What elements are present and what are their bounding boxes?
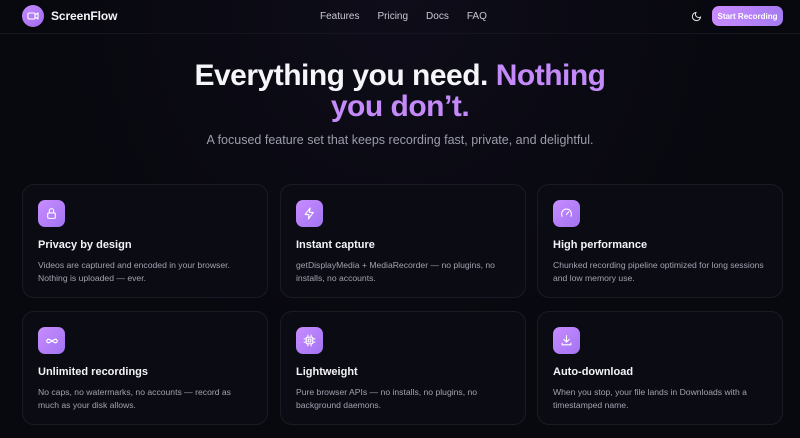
- infinity-icon: [38, 327, 65, 354]
- video-camera-icon: [22, 5, 44, 27]
- hero-title-accent-2: you don’t.: [330, 90, 470, 123]
- hero-title: Everything you need. Nothing you don’t.: [0, 60, 800, 122]
- feature-title: Instant capture: [296, 239, 375, 251]
- feature-card-unlimited-recordings: Unlimited recordings No caps, no waterma…: [22, 311, 268, 425]
- nav-link-faq[interactable]: FAQ: [467, 11, 487, 22]
- feature-title: High performance: [553, 239, 648, 251]
- brand[interactable]: ScreenFlow: [22, 5, 117, 27]
- lightning-icon: [296, 200, 323, 227]
- gauge-icon: [553, 200, 580, 227]
- nav-link-features[interactable]: Features: [320, 11, 359, 22]
- hero-subtitle: A focused feature set that keeps recordi…: [206, 133, 594, 147]
- top-nav: ScreenFlow Features Pricing Docs FAQ Sta…: [0, 0, 800, 34]
- chip-icon: [296, 327, 323, 354]
- feature-card-high-performance: High performance Chunked recording pipel…: [537, 184, 783, 298]
- start-recording-button[interactable]: Start Recording: [712, 6, 783, 26]
- hero-title-accent-1: Nothing: [495, 59, 606, 92]
- feature-description: Pure browser APIs — no installs, no plug…: [296, 387, 478, 410]
- feature-description: Chunked recording pipeline optimized for…: [553, 260, 764, 283]
- lock-icon: [38, 200, 65, 227]
- feature-description: No caps, no watermarks, no accounts — re…: [38, 387, 231, 410]
- feature-description: Videos are captured and encoded in your …: [38, 260, 230, 283]
- feature-title: Privacy by design: [38, 239, 132, 251]
- nav-link-docs[interactable]: Docs: [426, 11, 449, 22]
- nav-link-pricing[interactable]: Pricing: [377, 11, 408, 22]
- feature-title: Unlimited recordings: [38, 366, 149, 378]
- feature-card-auto-download: Auto-download When you stop, your file l…: [537, 311, 783, 425]
- feature-description: When you stop, your file lands in Downlo…: [553, 387, 747, 410]
- page: ScreenFlow Features Pricing Docs FAQ Sta…: [0, 0, 800, 438]
- feature-title: Lightweight: [296, 366, 358, 378]
- theme-toggle-button[interactable]: [689, 9, 703, 23]
- feature-card-privacy: Privacy by design Videos are captured an…: [22, 184, 268, 298]
- download-icon: [553, 327, 580, 354]
- feature-card-instant-capture: Instant capture getDisplayMedia + MediaR…: [280, 184, 526, 298]
- hero-title-white: Everything you need.: [194, 59, 488, 92]
- nav-links: Features Pricing Docs FAQ: [320, 11, 487, 22]
- brand-name: ScreenFlow: [51, 9, 118, 23]
- feature-description: getDisplayMedia + MediaRecorder — no plu…: [296, 260, 495, 283]
- moon-icon: [691, 11, 701, 21]
- feature-title: Auto-download: [553, 366, 634, 378]
- feature-card-lightweight: Lightweight Pure browser APIs — no insta…: [280, 311, 526, 425]
